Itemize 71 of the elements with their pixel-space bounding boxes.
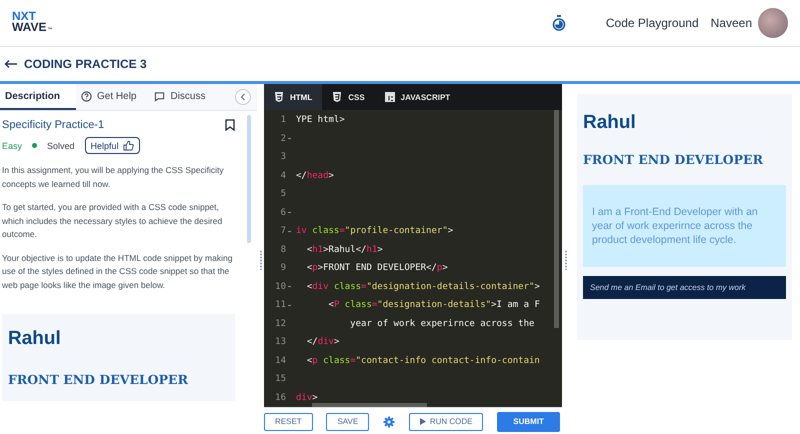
description-paragraph: Your objective is to update the HTML code snippet by making use of the styles defined in the CSS code snippet so that the web page looks like the image given below.	[2, 252, 234, 292]
code-line: iv class="profile-container">	[296, 226, 454, 236]
javascript-icon	[384, 92, 395, 102]
chevron-left-icon	[240, 93, 246, 101]
status-label: Solved	[47, 140, 75, 150]
thumbs-up-icon	[122, 140, 134, 151]
bookmark-icon[interactable]	[225, 119, 235, 131]
line-number: 1	[280, 115, 287, 126]
line-number: 8	[280, 244, 287, 255]
code-line: <p>FRONT END DEVELOPER</p>	[306, 263, 448, 274]
line-number: 11	[274, 300, 287, 310]
play-icon	[420, 418, 426, 425]
helpful-button[interactable]: Helpful	[84, 137, 140, 154]
fold-marker[interactable]	[288, 304, 291, 306]
panel-tab[interactable]: Get Help	[76, 84, 150, 110]
user-name: Naveen	[710, 16, 752, 30]
editor-button[interactable]: RESET	[264, 412, 313, 430]
resize-handle[interactable]	[564, 250, 566, 270]
code-line: <div class="designation-details-container">	[306, 282, 540, 292]
line-number: 10	[274, 282, 287, 292]
line-number: 14	[274, 356, 287, 366]
line-number: 6	[280, 208, 287, 218]
line-number: 7	[280, 226, 287, 236]
code-line: YPE html>	[296, 115, 345, 126]
line-number: 13	[274, 337, 287, 348]
resize-handle[interactable]	[260, 250, 262, 270]
fold-marker[interactable]	[288, 230, 291, 232]
help-icon	[81, 90, 92, 102]
difficulty-label: Easy	[2, 140, 22, 150]
back-arrow-icon[interactable]	[4, 59, 18, 69]
html-icon	[274, 92, 284, 102]
description-paragraph: In this assignment, you will be applying the CSS Specificity concepts we learned till now.	[2, 164, 225, 191]
line-number: 16	[274, 392, 287, 403]
page-title: CODING PRACTICE 3	[24, 57, 147, 71]
line-number: 9	[280, 263, 287, 274]
preview-details-text: I am a Front-End Developer with an year of work experirnce across the product development life cycle.	[583, 185, 786, 267]
line-number: 5	[280, 189, 287, 200]
code-line: <p class="contact-info contact-info-contain	[306, 356, 540, 366]
line-number: 2	[280, 134, 287, 144]
code-line: </head>	[296, 170, 334, 181]
code-line: </div>	[306, 337, 340, 348]
code-line: <h1>Rahul</h1>	[306, 244, 383, 255]
line-number: 15	[274, 374, 287, 384]
sample-name-heading: Rahul	[8, 328, 62, 350]
run-code-button[interactable]: RUN CODE	[408, 412, 484, 430]
status-dot	[32, 143, 38, 148]
code-line: year of work experirnce across the	[349, 318, 534, 329]
editor-tab[interactable]: CSS	[322, 84, 375, 110]
line-number: 3	[280, 152, 287, 162]
stopwatch-icon[interactable]	[552, 15, 566, 31]
preview-name-heading: Rahul	[583, 112, 637, 134]
editor-tab[interactable]: HTML	[264, 84, 322, 110]
submit-button[interactable]: SUBMIT	[497, 412, 560, 432]
sample-role-heading: FRONT END DEVELOPER	[8, 372, 190, 387]
editor-tab[interactable]: JAVASCRIPT	[374, 84, 460, 110]
problem-title: Specificity Practice-1	[2, 119, 104, 131]
avatar[interactable]	[758, 8, 788, 38]
css-icon	[332, 92, 342, 102]
nav-link[interactable]: Code Playground	[606, 16, 699, 30]
preview-role-heading: FRONT END DEVELOPER	[583, 152, 764, 167]
chat-icon	[154, 90, 166, 102]
panel-tab[interactable]: Description	[0, 84, 76, 110]
collapse-button[interactable]	[235, 89, 251, 105]
panel-tab[interactable]: Discuss	[149, 84, 218, 110]
line-number: 12	[274, 318, 287, 329]
editor-button[interactable]: SAVE	[326, 412, 370, 430]
line-number: 4	[280, 170, 287, 181]
description-paragraph: To get started, you are provided with a CSS code snippet, which includes the necessary styles to achieve the desired outcome.	[2, 201, 224, 241]
code-line: <P class="designation-details">I am a F	[328, 300, 540, 310]
preview-contact-text: Send me an Email to get access to my work	[583, 276, 786, 299]
code-line: div>	[296, 392, 318, 403]
